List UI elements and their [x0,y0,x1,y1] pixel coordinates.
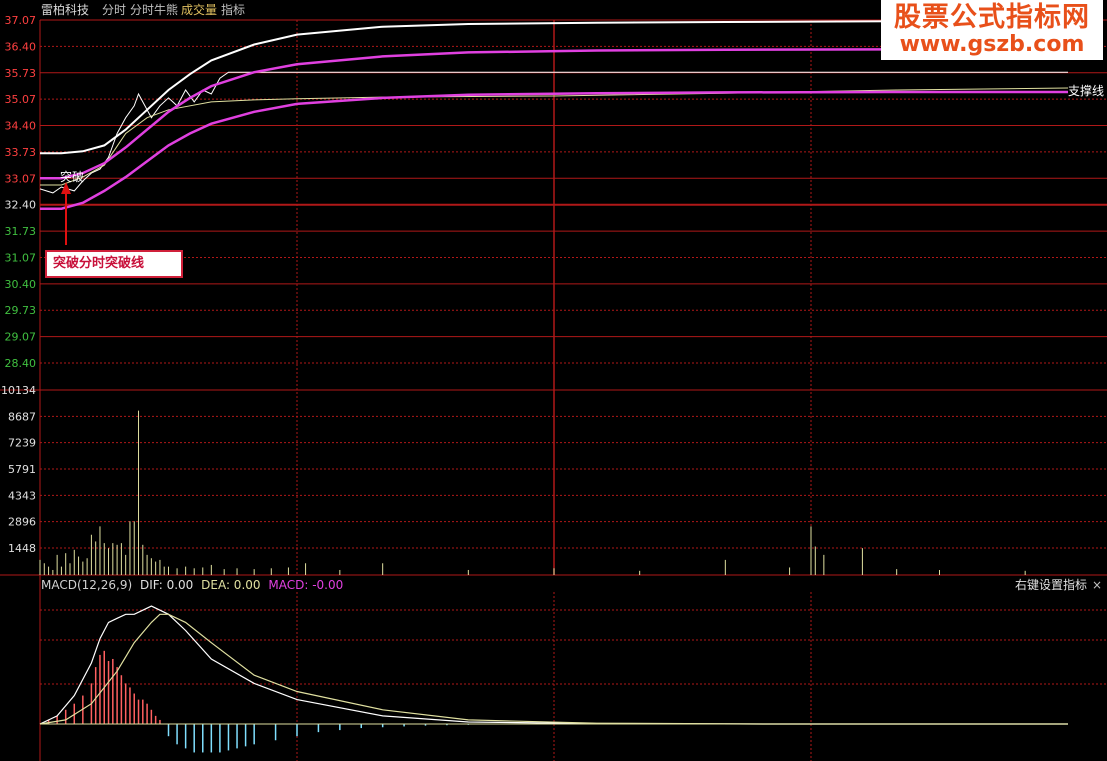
price-tick-label: 28.40 [5,357,37,370]
support-line-label: 支撑线 [1068,84,1105,98]
volume-tick-label: 5791 [8,463,36,476]
price-tick-label: 31.73 [5,225,37,238]
price-tick-label: 35.73 [5,67,37,80]
annotations [61,182,71,245]
stock-name: 雷柏科技 [41,3,90,17]
macd-dea: DEA: 0.00 [201,578,261,592]
volume-tick-label: 8687 [8,410,36,423]
price-tick-label: 29.73 [5,304,37,317]
macd-name: MACD(12,26,9) [41,578,133,592]
macd-header: MACD(12,26,9) DIF: 0.00 DEA: 0.00 MACD: … [41,577,343,593]
price-tick-label: 34.40 [5,120,37,133]
tab-intraday[interactable]: 分时 [102,0,126,20]
price-tick-label: 33.73 [5,146,37,159]
price-tick-label: 35.07 [5,93,37,106]
price-tick-label: 29.07 [5,331,37,344]
breakout-label: 突破 [60,170,85,184]
volume-bars [39,410,1026,575]
price-tick-label: 30.40 [5,278,37,291]
header-bar: 雷柏科技 分时 分时牛熊 成交量 指标 [0,0,880,20]
tab-volume[interactable]: 成交量 [181,0,217,20]
tab-intraday-bull-bear[interactable]: 分时牛熊 [130,0,178,20]
macd-dif: DIF: 0.00 [139,578,194,592]
macd-value: MACD: -0.00 [268,578,344,592]
y-axis-labels: 37.0736.4035.7335.0734.4033.7333.0732.40… [1,14,36,555]
watermark-url: www.gszb.com [899,32,1085,57]
grid [0,19,1107,761]
price-tick-label: 36.40 [5,40,37,53]
indicator-settings-link[interactable]: 右键设置指标 [1015,577,1087,593]
volume-tick-label: 1448 [8,542,36,555]
price-tick-label: 32.40 [5,199,37,212]
tab-indicator[interactable]: 指标 [221,0,245,20]
price-tick-label: 33.07 [5,172,37,185]
close-icon[interactable]: × [1092,577,1102,593]
callout-box: 突破分时突破线 [45,250,183,278]
volume-tick-label: 2896 [8,516,36,529]
volume-tick-label: 10134 [1,384,36,397]
price-tick-label: 31.07 [5,251,37,264]
watermark-title: 股票公式指标网 [894,2,1090,33]
watermark-logo: 股票公式指标网 www.gszb.com [881,0,1103,60]
volume-tick-label: 4343 [8,489,36,502]
volume-tick-label: 7239 [8,437,36,450]
chart-stage: 37.0736.4035.7335.0734.4033.7333.0732.40… [0,14,1107,761]
